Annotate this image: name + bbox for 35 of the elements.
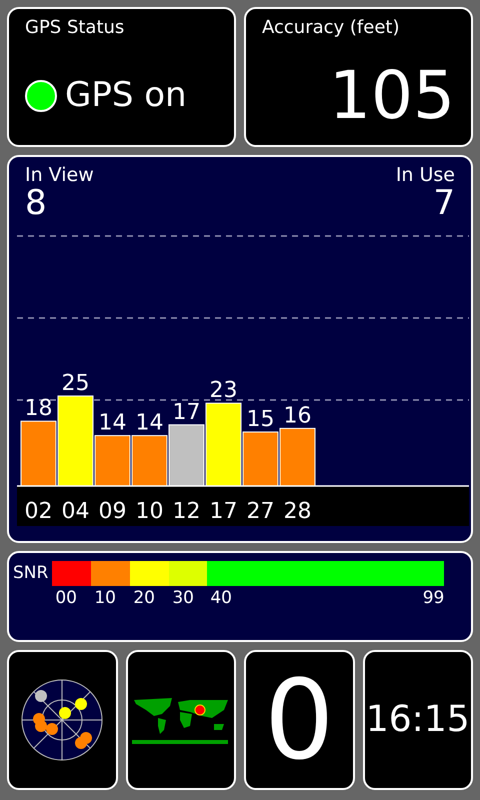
satellite-id-label: 17 [210, 498, 238, 524]
satellite-id-label: 28 [284, 498, 312, 524]
in-use-count: 7 [433, 186, 455, 220]
map-card[interactable] [126, 650, 236, 790]
satellite-id-label: 12 [172, 498, 200, 524]
snr-tick-label: 20 [132, 588, 155, 608]
bar-value-label: 16 [284, 403, 312, 428]
satellite-id-label: 02 [24, 498, 52, 524]
satellite-id-label: 27 [246, 498, 274, 524]
bar-value-label: 14 [98, 410, 126, 436]
accuracy-value: 105 [329, 63, 455, 129]
satellite-id-label: 10 [136, 498, 164, 524]
bar-value-label: 25 [62, 370, 90, 396]
bar-value-label: 17 [172, 400, 200, 425]
in-use-label: In Use [396, 165, 455, 186]
sky-plot-card[interactable] [7, 650, 118, 790]
snr-tick-label: 10 [93, 588, 116, 608]
status-title: GPS Status [25, 17, 124, 39]
status-text: GPS on [65, 74, 187, 117]
snr-tick-label: 30 [171, 588, 194, 608]
in-view-label: In View [25, 165, 94, 186]
satellite-id-label: 04 [62, 498, 90, 524]
clock-time: 16:15 [366, 698, 470, 742]
snr-tick-label: 40 [209, 588, 232, 608]
accuracy-title: Accuracy (feet) [262, 17, 400, 39]
bar-value-label: 23 [210, 378, 238, 404]
snr-tick-label: 99 [422, 587, 444, 610]
snr-tick-label: 00 [54, 588, 77, 608]
in-view-count: 8 [25, 186, 47, 220]
snr-label: SNR [13, 562, 48, 585]
bar-value-label: 15 [246, 406, 274, 432]
bar-value-label: 14 [136, 410, 164, 436]
satellite-id-label: 09 [98, 498, 126, 524]
bar-value-label: 18 [24, 396, 52, 422]
counter-value: 0 [264, 665, 334, 775]
